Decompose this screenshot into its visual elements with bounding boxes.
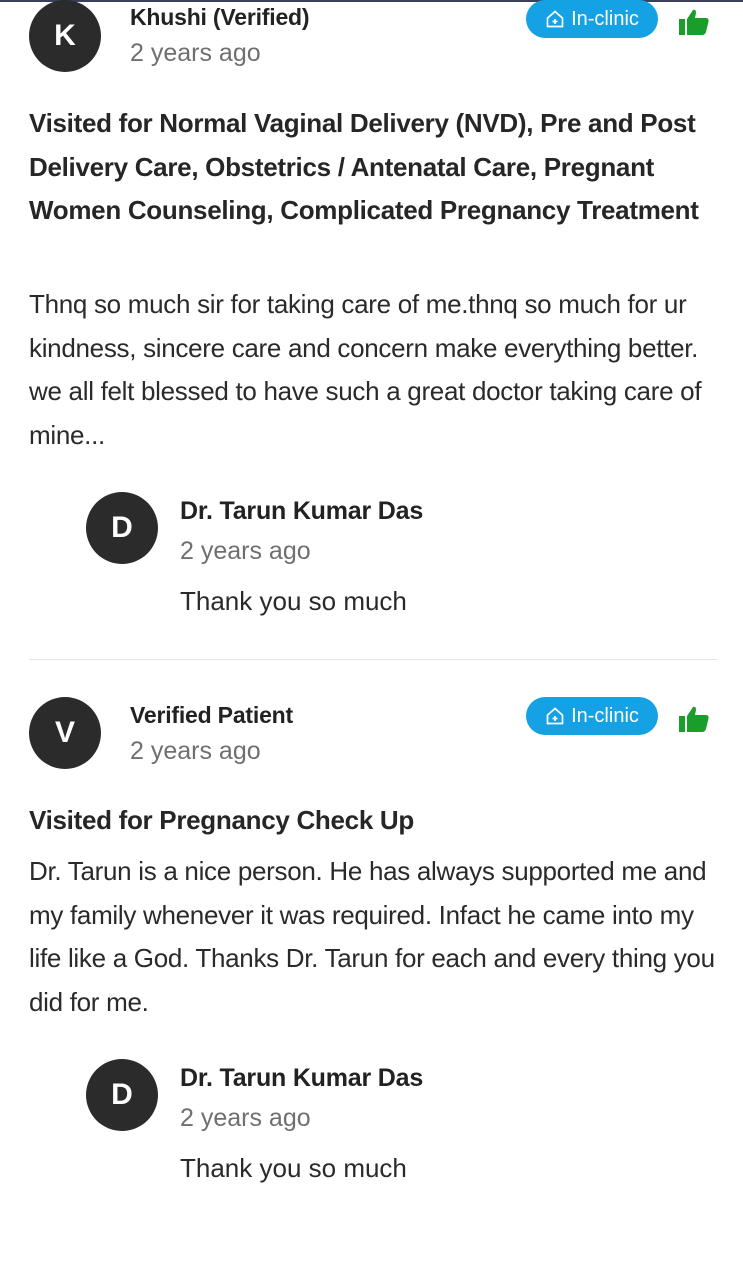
- review-divider: [29, 659, 717, 660]
- doctor-name: Dr. Tarun Kumar Das: [180, 1064, 424, 1092]
- thumbs-up-icon: [679, 9, 709, 36]
- reviewer-avatar: K: [29, 0, 101, 72]
- in-clinic-badge: In-clinic: [526, 0, 658, 38]
- reviewer-name: Verified Patient: [130, 702, 293, 728]
- review-text: Dr. Tarun is a nice person. He has alway…: [29, 856, 715, 1017]
- in-clinic-badge: In-clinic: [526, 697, 658, 735]
- visited-for: Visited for Normal Vaginal Delivery (NVD…: [29, 108, 699, 225]
- doctor-avatar: D: [86, 1059, 158, 1131]
- doctor-name: Dr. Tarun Kumar Das: [180, 497, 424, 525]
- home-icon: [546, 707, 564, 725]
- reply-text: Thank you so much: [180, 1153, 407, 1183]
- thumbs-up-icon: [679, 706, 709, 732]
- reply-time: 2 years ago: [180, 537, 311, 565]
- review-card: K Khushi (Verified) 2 years ago In-clini…: [0, 0, 743, 660]
- review-text: Thnq so much sir for taking care of me.t…: [29, 289, 702, 450]
- badge-label: In-clinic: [571, 704, 639, 727]
- review-time: 2 years ago: [130, 39, 261, 67]
- home-icon: [546, 10, 564, 28]
- reply-text: Thank you so much: [180, 586, 407, 616]
- review-time: 2 years ago: [130, 737, 261, 765]
- visited-for: Visited for Pregnancy Check Up: [29, 805, 414, 835]
- doctor-avatar: D: [86, 492, 158, 564]
- badge-label: In-clinic: [571, 7, 639, 30]
- reviewer-name: Khushi (Verified): [130, 4, 310, 30]
- reply-time: 2 years ago: [180, 1104, 311, 1132]
- reviewer-avatar: V: [29, 697, 101, 769]
